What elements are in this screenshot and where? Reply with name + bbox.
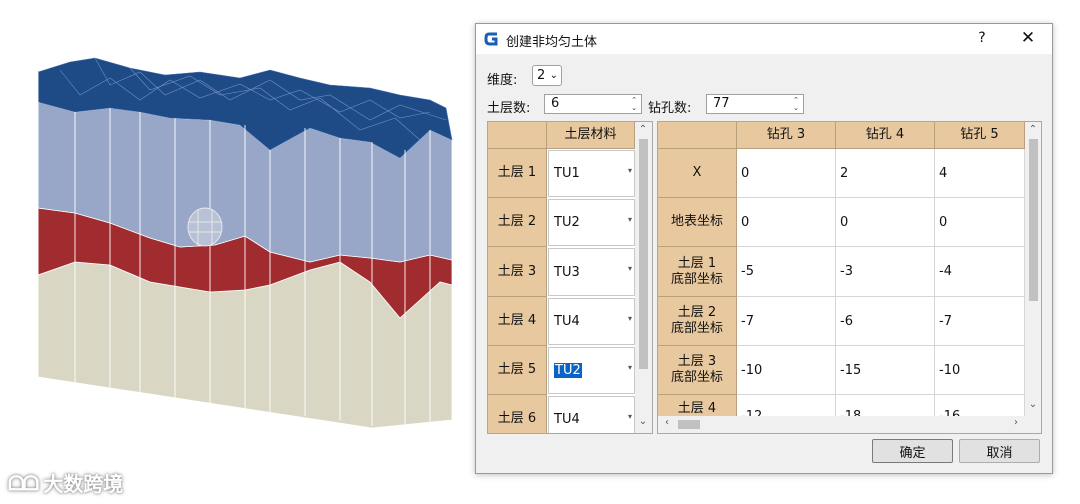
table-cell[interactable]: 2 xyxy=(836,149,935,198)
table-cell[interactable]: -3 xyxy=(836,247,935,297)
dropdown-icon: ▾ xyxy=(627,363,632,372)
row-header: 地表坐标 xyxy=(658,198,737,247)
material-value: TU2 xyxy=(554,215,580,230)
material-value: TU4 xyxy=(554,314,580,329)
dropdown-icon: ▾ xyxy=(627,264,632,273)
dropdown-icon: ▾ xyxy=(627,215,632,224)
watermark-logo-icon: ᗝᗝ xyxy=(8,470,39,495)
table-cell[interactable]: -15 xyxy=(836,346,935,395)
watermark: ᗝᗝ 大数跨境 xyxy=(8,468,123,497)
tunnel-mesh xyxy=(187,207,223,247)
table-cell[interactable]: 0 xyxy=(836,198,935,247)
scrollbar-thumb[interactable] xyxy=(639,139,648,369)
table-cell[interactable]: -10 xyxy=(935,346,1025,395)
row-header: 土层 3 xyxy=(488,247,547,297)
dropdown-icon: ▾ xyxy=(627,412,632,421)
create-nonuniform-soil-dialog: 创建非均匀土体 ? ✕ 维度: 2 ⌄ 土层数: 6 ⌃ ⌄ 钻孔数: 77 ⌃ ⌄… xyxy=(475,23,1053,474)
dimension-select[interactable]: 2 ⌄ xyxy=(532,65,562,86)
table-cell[interactable]: 0 xyxy=(737,198,836,247)
column-header: 钻孔 5 xyxy=(935,122,1025,149)
borehole-count-value: 77 xyxy=(713,96,730,111)
table-cell[interactable]: -4 xyxy=(935,247,1025,297)
app-logo-icon xyxy=(484,32,498,46)
cancel-button[interactable]: 取消 xyxy=(959,439,1040,463)
row-header: 土层 4 xyxy=(488,297,547,346)
dimension-value: 2 xyxy=(537,68,546,83)
vertical-scrollbar[interactable]: ⌃ ⌄ xyxy=(1025,122,1041,433)
dialog-title: 创建非均匀土体 xyxy=(506,35,598,50)
table-cell[interactable]: 4 xyxy=(935,149,1025,198)
row-header: 土层 2 底部坐标 xyxy=(658,297,737,346)
scroll-up-icon[interactable]: ⌃ xyxy=(637,124,649,135)
chevron-down-icon: ⌄ xyxy=(549,70,558,81)
material-combo[interactable]: TU3 ▾ xyxy=(548,248,635,296)
layer-count-label: 土层数: xyxy=(487,101,531,116)
row-header: 土层 2 xyxy=(488,198,547,247)
dropdown-icon: ▾ xyxy=(627,166,632,175)
table-cell[interactable]: -6 xyxy=(836,297,935,346)
row-header: X xyxy=(658,149,737,198)
material-combo[interactable]: TU1 ▾ xyxy=(548,150,635,197)
material-combo[interactable]: TU4 ▾ xyxy=(548,298,635,345)
table-cell[interactable]: -7 xyxy=(935,297,1025,346)
row-header: 土层 5 xyxy=(488,346,547,395)
watermark-text: 大数跨境 xyxy=(43,472,124,496)
scroll-right-icon[interactable]: › xyxy=(1010,417,1022,428)
ok-button[interactable]: 确定 xyxy=(872,439,953,463)
scrollbar-thumb[interactable] xyxy=(678,420,700,429)
material-combo[interactable]: TU4 ▾ xyxy=(548,396,635,433)
spin-arrows-icon[interactable]: ⌃ ⌄ xyxy=(791,96,801,112)
material-column-header: 土层材料 xyxy=(547,122,635,149)
table-cell[interactable]: -10 xyxy=(737,346,836,395)
table-corner xyxy=(658,122,737,149)
column-header: 钻孔 4 xyxy=(836,122,935,149)
dropdown-icon: ▾ xyxy=(627,314,632,323)
screen: ᗝᗝ 大数跨境 创建非均匀土体 ? ✕ 维度: 2 ⌄ 土层数: 6 ⌃ ⌄ 钻孔… xyxy=(0,0,1080,504)
scroll-down-icon[interactable]: ⌄ xyxy=(637,416,649,427)
scroll-down-icon[interactable]: ⌄ xyxy=(1027,399,1039,410)
horizontal-scrollbar[interactable]: ‹ › xyxy=(658,416,1025,433)
table-corner xyxy=(488,122,547,149)
borehole-count-spinbox[interactable]: 77 ⌃ ⌄ xyxy=(706,94,804,114)
layer-count-value: 6 xyxy=(551,96,560,111)
layer-count-spinbox[interactable]: 6 ⌃ ⌄ xyxy=(544,94,642,114)
scroll-left-icon[interactable]: ‹ xyxy=(661,417,673,428)
row-header: 土层 3 底部坐标 xyxy=(658,346,737,395)
scrollbar-thumb[interactable] xyxy=(1029,139,1038,301)
table-cell[interactable]: 0 xyxy=(737,149,836,198)
dialog-titlebar[interactable]: 创建非均匀土体 ? ✕ xyxy=(476,24,1052,54)
close-button[interactable]: ✕ xyxy=(1016,28,1040,50)
help-button[interactable]: ? xyxy=(972,30,992,48)
table-cell[interactable]: -5 xyxy=(737,247,836,297)
table-cell[interactable]: -7 xyxy=(737,297,836,346)
vertical-scrollbar[interactable]: ⌃ ⌄ xyxy=(635,122,652,433)
material-value: TU1 xyxy=(554,166,580,181)
material-value: TU2 xyxy=(554,363,582,378)
column-header: 钻孔 3 xyxy=(737,122,836,149)
layer-material-table: 土层材料 土层 1 TU1 ▾ 土层 2 TU2 ▾ 土层 3 TU3 ▾ 土层 4 … xyxy=(487,121,653,434)
table-cell[interactable]: 0 xyxy=(935,198,1025,247)
material-value: TU3 xyxy=(554,264,580,280)
borehole-table: 钻孔 3 钻孔 4 钻孔 5 X 0 2 4 地表坐标 0 0 0 土层 1 底… xyxy=(657,121,1042,434)
material-combo[interactable]: TU2 ▾ xyxy=(548,199,635,246)
scroll-up-icon[interactable]: ⌃ xyxy=(1027,124,1039,135)
soil-model-viewport[interactable] xyxy=(0,0,470,504)
borehole-count-label: 钻孔数: xyxy=(648,101,692,116)
material-value: TU4 xyxy=(554,412,580,427)
row-header: 土层 6 xyxy=(488,395,547,433)
dimension-label: 维度: xyxy=(487,73,518,88)
row-header: 土层 1 xyxy=(488,149,547,198)
row-header: 土层 1 底部坐标 xyxy=(658,247,737,297)
spin-arrows-icon[interactable]: ⌃ ⌄ xyxy=(629,96,639,112)
material-combo-active[interactable]: TU2 ▾ xyxy=(548,347,635,394)
